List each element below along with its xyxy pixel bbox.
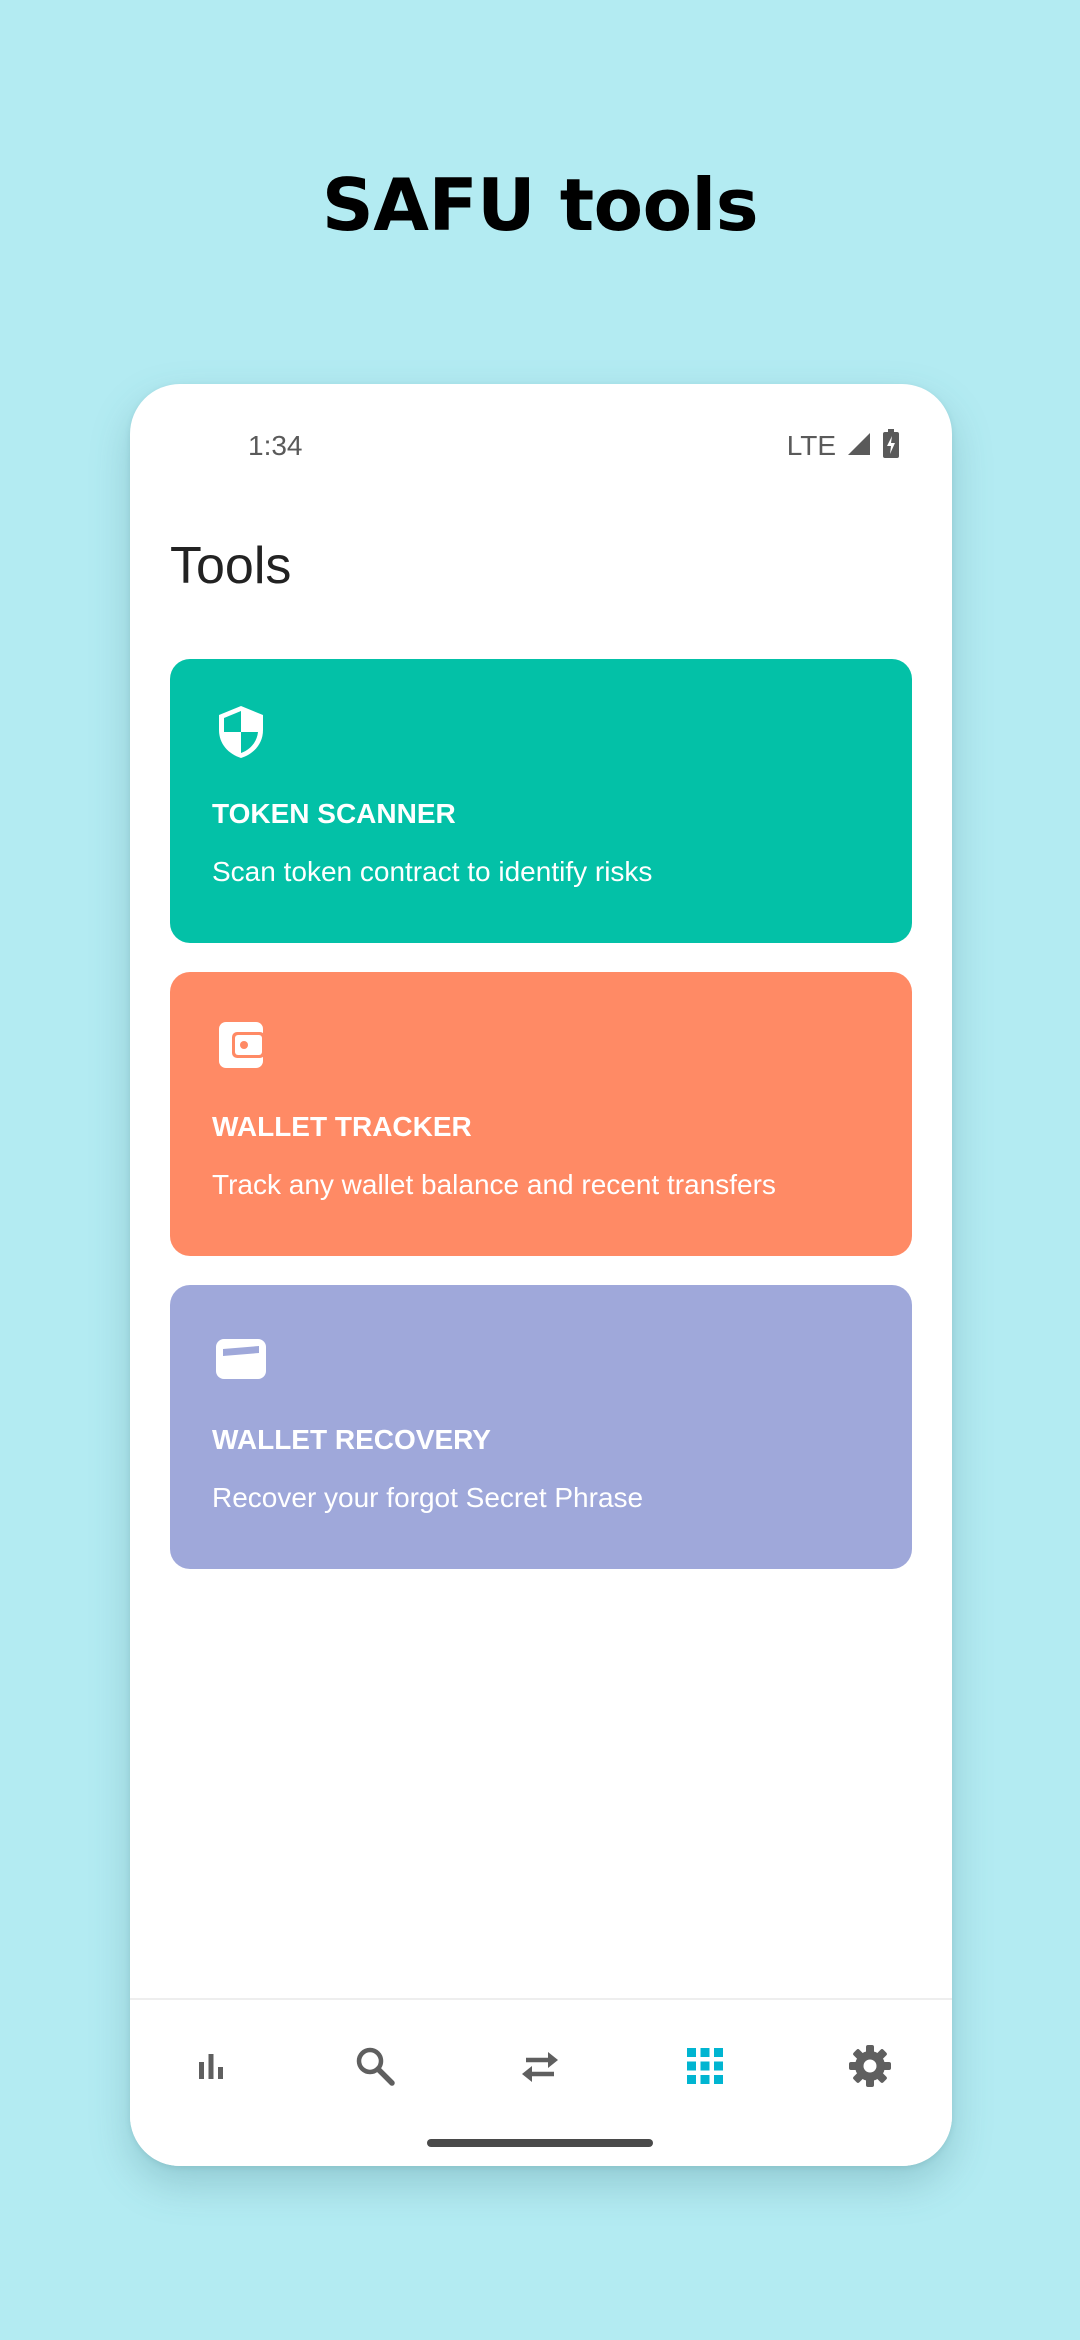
home-indicator[interactable] xyxy=(427,2139,653,2147)
token-scanner-title: TOKEN SCANNER xyxy=(212,798,456,829)
status-time: 1:34 xyxy=(248,430,303,461)
nav-stats[interactable] xyxy=(181,2038,241,2098)
nav-search[interactable] xyxy=(345,2038,405,2098)
status-bar: 1:34 LTE xyxy=(130,384,952,504)
search-icon xyxy=(353,2044,397,2093)
wallet-recovery-description: Recover your forgot Secret Phrase xyxy=(212,1482,644,1513)
wallet-tracker-card[interactable]: WALLET TRACKER Track any wallet balance … xyxy=(170,972,912,1256)
wallet-tracker-description: Track any wallet balance and recent tran… xyxy=(212,1169,776,1200)
nav-settings[interactable] xyxy=(840,2038,900,2098)
token-scanner-description: Scan token contract to identify risks xyxy=(212,856,653,887)
status-icons: LTE xyxy=(786,428,900,464)
swap-arrows-icon xyxy=(518,2044,562,2093)
wallet-icon xyxy=(212,1016,270,1074)
wallet-tracker-title: WALLET TRACKER xyxy=(212,1111,472,1142)
battery-charging-icon xyxy=(882,428,900,464)
signal-icon xyxy=(846,431,872,462)
bar-chart-icon xyxy=(193,2048,229,2089)
card-icon xyxy=(212,1329,270,1387)
nav-tools[interactable] xyxy=(675,2038,735,2098)
token-scanner-card[interactable]: TOKEN SCANNER Scan token contract to ide… xyxy=(170,659,912,943)
grid-apps-icon xyxy=(685,2046,725,2091)
wallet-recovery-title: WALLET RECOVERY xyxy=(212,1424,491,1455)
headline: SAFU tools xyxy=(321,163,759,247)
settings-gear-icon xyxy=(847,2043,893,2094)
network-type: LTE xyxy=(786,430,836,461)
nav-swap[interactable] xyxy=(510,2038,570,2098)
phone-frame: 1:34 LTE Tools TOKEN SCANNER Scan token … xyxy=(130,384,952,2166)
page-title: Tools xyxy=(170,537,292,595)
wallet-recovery-card[interactable]: WALLET RECOVERY Recover your forgot Secr… xyxy=(170,1285,912,1569)
shield-icon xyxy=(212,703,270,761)
